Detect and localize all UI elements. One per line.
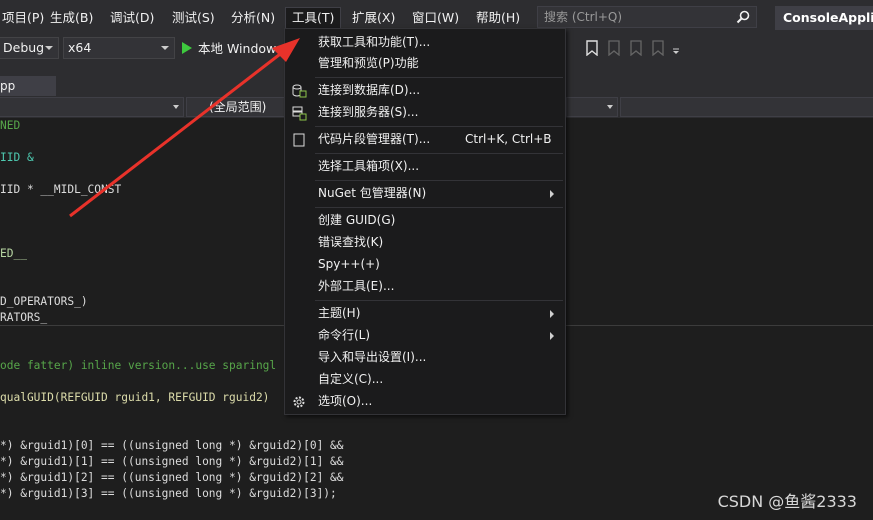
code-line: qualGUID(REFGUID rguid1, REFGUID rguid2) xyxy=(0,391,270,404)
code-line: NED xyxy=(0,119,21,132)
submenu-arrow-icon xyxy=(550,332,554,340)
project-nav-select[interactable] xyxy=(0,97,184,117)
menu-item-shortcut: Ctrl+K, Ctrl+B xyxy=(465,132,552,146)
menu-separator xyxy=(315,77,563,78)
menu-item-customize[interactable]: 自定义(C)... xyxy=(285,369,565,390)
menu-item-external-tools[interactable]: 外部工具(E)... xyxy=(285,276,565,297)
menu-item-error-lookup[interactable]: 错误查找(K) xyxy=(285,232,565,253)
menu-item-label: 主题(H) xyxy=(318,306,361,320)
menu-separator xyxy=(315,180,563,181)
platform-value: x64 xyxy=(68,40,92,55)
menu-item-manage-preview[interactable]: 管理和预览(P)功能 xyxy=(285,53,565,74)
chevron-down-icon xyxy=(45,46,53,50)
run-debugger-button[interactable]: 本地 Windows xyxy=(182,39,283,59)
menu-item-label: 选项(O)... xyxy=(318,394,373,408)
menu-item-label: 代码片段管理器(T)... xyxy=(318,132,431,146)
bookmark-next-icon[interactable] xyxy=(629,40,643,56)
member-nav-select[interactable] xyxy=(620,97,873,117)
search-placeholder: 搜索 (Ctrl+Q) xyxy=(544,10,623,24)
run-label: 本地 Windows xyxy=(198,41,283,56)
scope-nav-dropdown[interactable] xyxy=(566,97,618,117)
configuration-value: Debug xyxy=(3,40,45,55)
search-input[interactable]: 搜索 (Ctrl+Q) xyxy=(537,6,757,28)
menu-help[interactable]: 帮助(H) xyxy=(470,8,526,28)
menu-separator xyxy=(315,300,563,301)
menu-item-import-export[interactable]: 导入和导出设置(I)... xyxy=(285,347,565,368)
tools-menu: 获取工具和功能(T)... 管理和预览(P)功能 连接到数据库(D)... 连接… xyxy=(284,28,566,415)
menu-separator xyxy=(315,153,563,154)
scope-nav-select[interactable]: (全局范围) xyxy=(186,97,286,117)
menu-item-label: 获取工具和功能(T)... xyxy=(318,35,431,49)
submenu-arrow-icon xyxy=(550,310,554,318)
platform-select[interactable]: x64 xyxy=(63,37,175,59)
scope-value: (全局范围) xyxy=(209,100,267,114)
watermark: CSDN @鱼酱2333 xyxy=(717,492,857,511)
menu-item-create-guid[interactable]: 创建 GUID(G) xyxy=(285,210,565,231)
menu-tools[interactable]: 工具(T) xyxy=(285,7,342,29)
menu-extensions[interactable]: 扩展(X) xyxy=(346,8,401,28)
code-line: *) &rguid1)[2] == ((unsigned long *) &rg… xyxy=(0,471,344,484)
menu-item-label: 导入和导出设置(I)... xyxy=(318,350,427,364)
menu-item-label: 错误查找(K) xyxy=(318,235,384,249)
menu-item-label: Spy++(+) xyxy=(318,257,380,271)
menu-test[interactable]: 测试(S) xyxy=(166,8,221,28)
menu-item-snippet-manager[interactable]: 代码片段管理器(T)... Ctrl+K, Ctrl+B xyxy=(285,129,565,150)
database-connect-icon xyxy=(292,84,307,98)
gear-icon xyxy=(293,396,305,408)
code-line: *) &rguid1)[3] == ((unsigned long *) &rg… xyxy=(0,487,337,500)
menu-item-label: 管理和预览(P)功能 xyxy=(318,56,419,70)
menu-item-label: 连接到服务器(S)... xyxy=(318,105,419,119)
chevron-down-icon xyxy=(607,105,613,109)
submenu-arrow-icon xyxy=(550,190,554,198)
menu-window[interactable]: 窗口(W) xyxy=(406,8,465,28)
bookmark-prev-icon[interactable] xyxy=(607,40,621,56)
menu-item-connect-database[interactable]: 连接到数据库(D)... xyxy=(285,80,565,101)
menu-item-label: 自定义(C)... xyxy=(318,372,384,386)
search-icon xyxy=(736,10,750,24)
snippet-icon xyxy=(293,133,305,147)
chevron-down-icon xyxy=(173,105,179,109)
menu-item-connect-server[interactable]: 连接到服务器(S)... xyxy=(285,102,565,123)
menu-item-options[interactable]: 选项(O)... xyxy=(285,391,565,412)
menu-item-theme[interactable]: 主题(H) xyxy=(285,303,565,324)
menu-item-label: NuGet 包管理器(N) xyxy=(318,186,427,200)
code-line: ode fatter) inline version...use sparing… xyxy=(0,359,277,372)
bookmark-clear-icon[interactable] xyxy=(651,40,665,56)
menu-item-nuget[interactable]: NuGet 包管理器(N) xyxy=(285,183,565,204)
menu-separator xyxy=(315,207,563,208)
menu-item-get-tools[interactable]: 获取工具和功能(T)... xyxy=(285,32,565,53)
menu-item-spy[interactable]: Spy++(+) xyxy=(285,254,565,275)
menu-item-label: 命令行(L) xyxy=(318,328,371,342)
code-line: D_OPERATORS_) xyxy=(0,295,88,308)
code-line: RATORS_ xyxy=(0,311,48,324)
document-tab[interactable]: pp xyxy=(0,76,56,96)
menu-analyze[interactable]: 分析(N) xyxy=(225,8,281,28)
solution-title: ConsoleApplication xyxy=(775,6,873,30)
menu-item-label: 选择工具箱项(X)... xyxy=(318,159,420,173)
code-line: *) &rguid1)[0] == ((unsigned long *) &rg… xyxy=(0,439,344,452)
toolbar-overflow-icon[interactable] xyxy=(672,40,680,56)
code-line: IID * __MIDL_CONST xyxy=(0,183,122,196)
menu-item-label: 创建 GUID(G) xyxy=(318,213,396,227)
configuration-select[interactable]: Debug xyxy=(0,37,59,59)
menu-item-choose-toolbox[interactable]: 选择工具箱项(X)... xyxy=(285,156,565,177)
menu-item-command-line[interactable]: 命令行(L) xyxy=(285,325,565,346)
code-line: IID & xyxy=(0,151,34,164)
menu-build[interactable]: 生成(B) xyxy=(44,8,99,28)
menu-project[interactable]: 项目(P) xyxy=(0,8,50,28)
play-icon xyxy=(182,42,192,54)
bookmark-icon[interactable] xyxy=(585,40,599,56)
code-line: *) &rguid1)[1] == ((unsigned long *) &rg… xyxy=(0,455,344,468)
code-line: ED__ xyxy=(0,247,27,260)
menu-debug[interactable]: 调试(D) xyxy=(104,8,160,28)
menu-separator xyxy=(315,126,563,127)
menu-item-label: 外部工具(E)... xyxy=(318,279,395,293)
chevron-down-icon xyxy=(161,46,169,50)
server-connect-icon xyxy=(292,106,307,121)
menu-item-label: 连接到数据库(D)... xyxy=(318,83,421,97)
